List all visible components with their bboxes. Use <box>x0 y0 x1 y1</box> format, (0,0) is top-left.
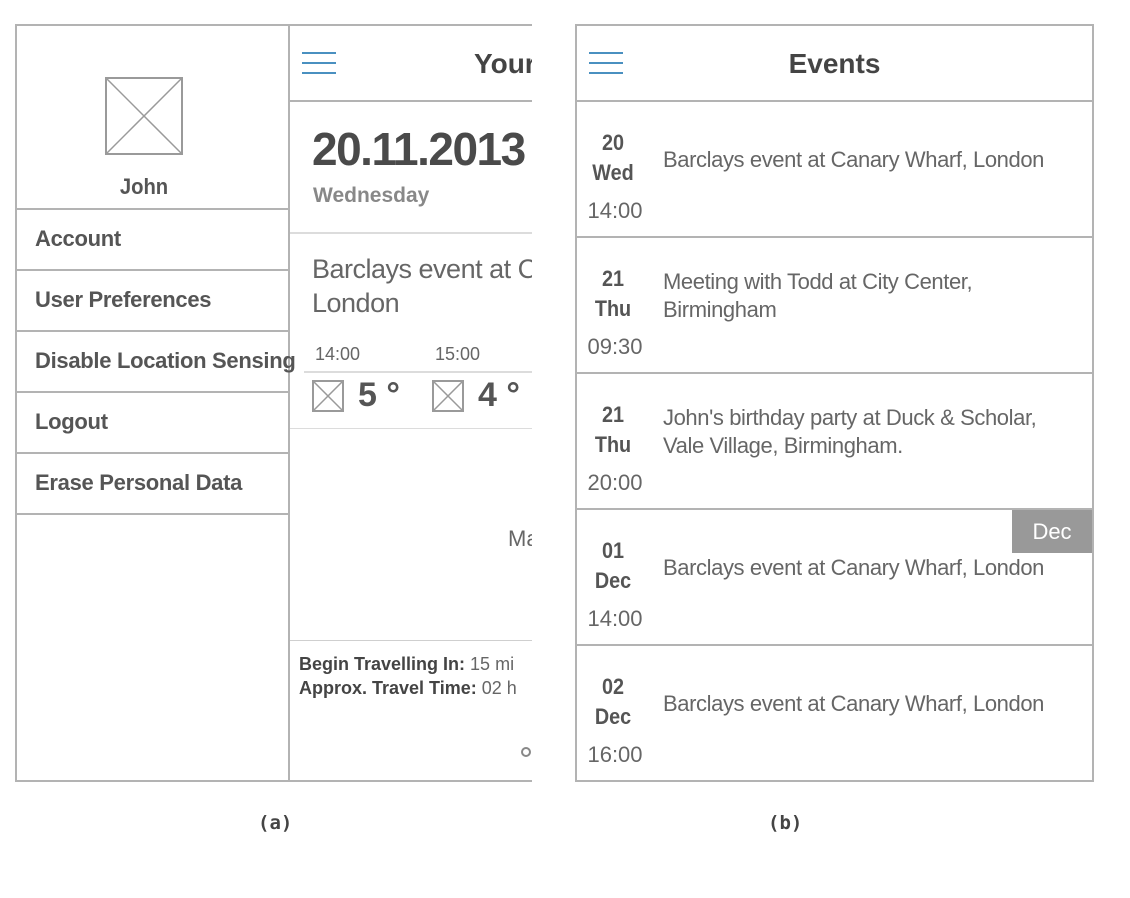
dashboard-header: Your <box>290 26 532 102</box>
event-description-line: Birmingham <box>663 297 777 322</box>
event-row[interactable]: 20 Wed 14:00 Barclays event at Canary Wh… <box>577 102 1092 238</box>
weather-icon <box>432 380 464 412</box>
menu-item-user-preferences[interactable]: User Preferences <box>17 269 288 330</box>
event-description-line: Barclays event at Canary Wharf, London <box>663 147 1045 172</box>
next-event-line-1: Barclays event at C <box>312 254 532 284</box>
menu-item-logout[interactable]: Logout <box>17 391 288 452</box>
event-description-line: Barclays event at Canary Wharf, London <box>663 555 1045 580</box>
map-area-label[interactable]: Ma <box>508 526 532 552</box>
dashboard-title: Your <box>474 48 532 79</box>
figure-caption-a: (a) <box>258 812 293 834</box>
event-time: 14:00 <box>587 606 643 631</box>
event-day: 02 <box>601 674 625 699</box>
travel-time-info: Approx. Travel Time: 02 h <box>299 678 517 699</box>
dashboard-screen: Your 20.11.2013 Wednesday Barclays event… <box>290 26 532 780</box>
divider <box>290 428 532 429</box>
event-description-line: John's birthday party at Duck & Scholar, <box>663 405 1037 430</box>
events-list: 20 Wed 14:00 Barclays event at Canary Wh… <box>577 102 1092 780</box>
event-time: 16:00 <box>587 742 643 767</box>
page-indicator-dot[interactable] <box>521 747 531 757</box>
next-event-line-2: London <box>312 288 400 318</box>
weather-icon <box>312 380 344 412</box>
side-drawer: John Account User Preferences Disable Lo… <box>17 26 296 780</box>
menu-item-erase-personal-data[interactable]: Erase Personal Data <box>17 452 288 515</box>
event-row[interactable]: 21 Thu 09:30 Meeting with Todd at City C… <box>577 238 1092 374</box>
current-weekday: Wednesday <box>313 184 430 207</box>
hamburger-menu-icon[interactable] <box>302 52 336 76</box>
event-weekday: Thu <box>594 432 632 457</box>
travel-time-label: Approx. Travel Time: <box>299 678 477 698</box>
event-day: 01 <box>601 538 625 563</box>
begin-travelling-info: Begin Travelling In: 15 mi <box>299 654 514 675</box>
event-row[interactable]: 02 Dec 16:00 Barclays event at Canary Wh… <box>577 646 1092 780</box>
event-time: 20:00 <box>587 470 643 495</box>
event-description: Barclays event at Canary Wharf, London <box>663 102 1073 218</box>
forecast-time: 14:00 <box>315 344 361 364</box>
divider <box>304 371 532 373</box>
current-date: 20.11.2013 <box>312 123 526 175</box>
menu-item-disable-location-sensing[interactable]: Disable Location Sensing <box>17 330 296 391</box>
forecast-temperature: 4 ° <box>478 376 520 414</box>
profile-name: John <box>119 174 169 199</box>
event-description-line: Meeting with Todd at City Center, <box>663 269 973 294</box>
forecast-temperature: 5 ° <box>358 376 400 414</box>
panel-b: Events 20 Wed 14:00 Barclays event at Ca… <box>575 24 1094 782</box>
event-weekday: Dec <box>594 704 632 729</box>
event-day: 21 <box>601 402 625 427</box>
divider <box>290 640 532 641</box>
event-weekday: Dec <box>594 568 632 593</box>
event-weekday: Wed <box>592 160 634 185</box>
menu-item-account[interactable]: Account <box>17 208 288 269</box>
figure-caption-b: (b) <box>768 812 803 834</box>
event-time: 14:00 <box>587 198 643 223</box>
avatar-placeholder-icon <box>105 77 183 155</box>
divider <box>290 232 532 234</box>
page-title: Events <box>788 48 881 79</box>
event-description-line: Barclays event at Canary Wharf, London <box>663 691 1045 716</box>
begin-travelling-value: 15 mi <box>470 654 515 674</box>
event-day: 21 <box>601 266 625 291</box>
event-weekday: Thu <box>594 296 632 321</box>
begin-travelling-label: Begin Travelling In: <box>299 654 466 674</box>
event-day: 20 <box>601 130 625 155</box>
next-event-title[interactable]: Barclays event at C London <box>312 252 532 320</box>
event-row[interactable]: 21 Thu 20:00 John's birthday party at Du… <box>577 374 1092 510</box>
event-description-line: Vale Village, Birmingham. <box>663 433 903 458</box>
event-row[interactable]: Dec 01 Dec 14:00 Barclays event at Canar… <box>577 510 1092 646</box>
drawer-menu: Account User Preferences Disable Locatio… <box>17 208 296 515</box>
event-description: Barclays event at Canary Wharf, London <box>663 510 1073 626</box>
travel-time-value: 02 h <box>481 678 517 698</box>
panel-a: John Account User Preferences Disable Lo… <box>15 24 532 782</box>
event-description: Meeting with Todd at City Center, Birmin… <box>663 238 1073 354</box>
event-description: John's birthday party at Duck & Scholar,… <box>663 374 1073 490</box>
event-time: 09:30 <box>587 334 643 359</box>
forecast-time: 15:00 <box>435 344 481 364</box>
events-header: Events <box>577 26 1092 102</box>
event-description: Barclays event at Canary Wharf, London <box>663 646 1073 762</box>
